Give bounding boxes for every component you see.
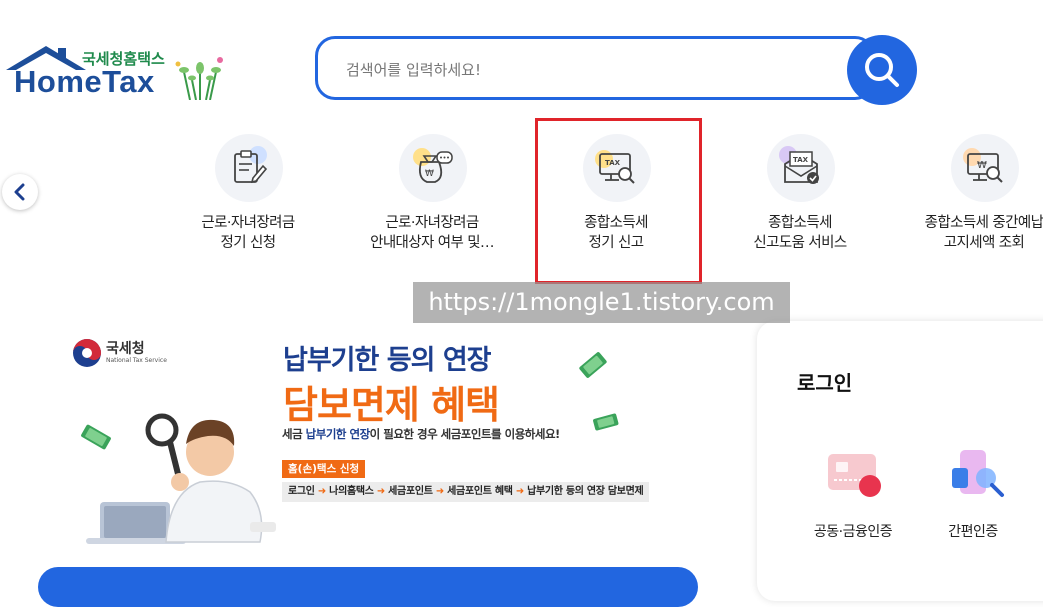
highlight-annotation-box [535, 118, 702, 284]
login-joint-financial-cert-button[interactable]: 공동·금융인증 [798, 450, 908, 550]
banner-apply-tag: 홈(손)택스 신청 [282, 460, 366, 478]
svg-text:₩: ₩ [977, 160, 987, 171]
money-bill-illustration [593, 413, 619, 431]
logo-english-name: HomeTax [14, 64, 155, 99]
korea-emblem-icon [73, 339, 101, 367]
banner-title-line1: 납부기한 등의 연장 [283, 345, 492, 376]
search-box [315, 36, 875, 100]
tax-envelope-check-icon: TAX [767, 134, 835, 202]
search-input[interactable] [344, 55, 828, 85]
quick-menu-item-filing-help[interactable]: TAX 종합소득세 신고도움 서비스 [710, 134, 890, 264]
url-watermark: https://1mongle1.tistory.com [413, 282, 790, 323]
login-title: 로그인 [797, 371, 853, 395]
promo-banner[interactable]: 국세청 National Tax Service 납부기한 등의 연장 담보면제… [60, 322, 700, 552]
money-bill-illustration [579, 352, 607, 378]
carousel-prev-button[interactable] [2, 174, 38, 210]
quick-menu-item-earned-income-credit[interactable]: 근로·자녀장려금 정기 신청 [158, 134, 338, 264]
search-icon [865, 53, 899, 87]
hometax-logo[interactable]: 국세청홈택스 HomeTax [4, 44, 234, 104]
plant-illustration [175, 57, 223, 100]
quick-menu-label: 근로·자녀장려금 안내대상자 여부 및… [370, 215, 494, 251]
svg-text:₩: ₩ [425, 169, 434, 179]
certificate-card-icon [828, 454, 881, 497]
quick-menu-label: 종합소득세 신고도움 서비스 [753, 215, 847, 251]
form-pencil-icon [215, 134, 283, 202]
banner-title-line2: 담보면제 혜택 [283, 383, 500, 427]
svg-text:TAX: TAX [793, 156, 809, 164]
chevron-left-icon [14, 183, 25, 201]
person-with-magnifier-illustration [86, 413, 276, 544]
quick-menu-item-interim-prepayment[interactable]: ₩ 종합소득세 중간예납 고지세액 조회 [894, 134, 1043, 264]
quick-menu-label: 종합소득세 중간예납 고지세액 조회 [924, 215, 1043, 251]
phone-search-icon [952, 450, 1004, 497]
money-bag-chat-icon: ₩ [399, 134, 467, 202]
nts-logo: 국세청 National Tax Service [70, 336, 200, 376]
quick-menu-label: 근로·자녀장려금 정기 신청 [201, 215, 295, 251]
monitor-won-search-icon: ₩ [951, 134, 1019, 202]
banner-menu-path: 로그인 ➜ 나의홈택스 ➜ 세금포인트 ➜ 세금포인트 혜택 ➜ 납부기한 등의… [282, 482, 650, 502]
banner-subtitle: 세금 납부기한 연장이 필요한 경우 세금포인트를 이용하세요! [282, 427, 560, 441]
search-button[interactable] [847, 35, 917, 105]
banner-control-bar[interactable] [38, 567, 698, 607]
quick-menu-item-credit-eligibility[interactable]: ₩ 근로·자녀장려금 안내대상자 여부 및… [342, 134, 522, 264]
money-bill-illustration [81, 424, 111, 450]
login-simple-auth-button[interactable]: 간편인증 [918, 450, 1028, 550]
